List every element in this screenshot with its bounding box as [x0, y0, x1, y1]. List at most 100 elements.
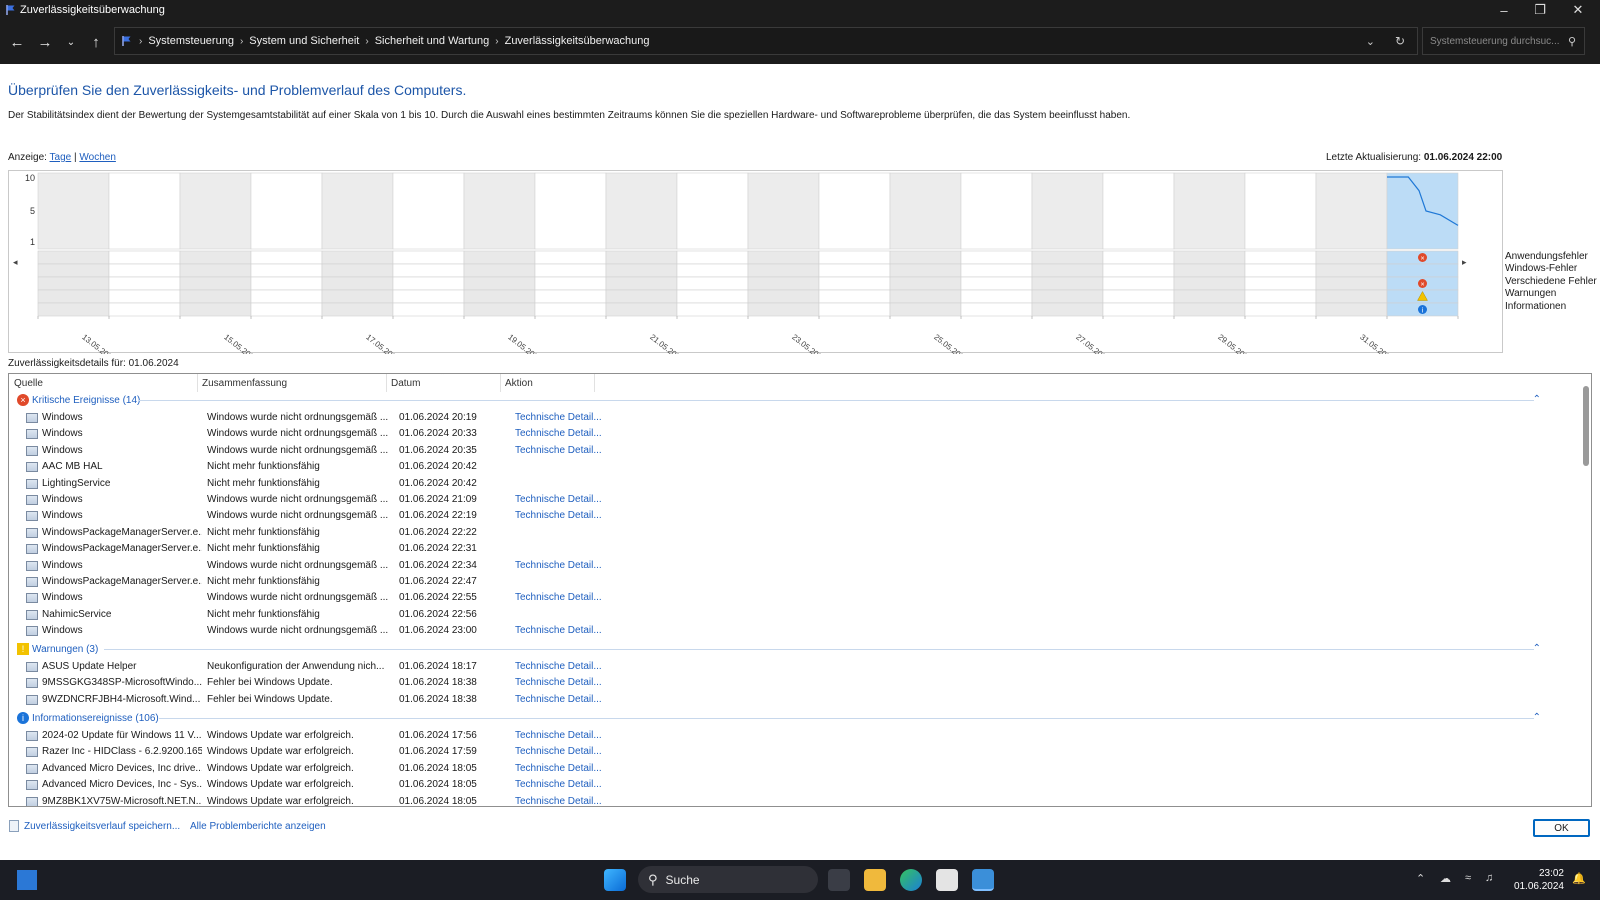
chart-cell-event[interactable] [818, 250, 891, 265]
table-row[interactable]: Windows Windows wurde nicht ordnungsgemäß… [9, 426, 1591, 442]
chart-column-stability[interactable] [1031, 172, 1104, 250]
column-separator[interactable] [500, 374, 501, 392]
chart-cell-event[interactable] [676, 276, 749, 291]
group-header[interactable]: × Kritische Ereignisse (14) [17, 392, 140, 408]
row-action-link[interactable]: Technische Detail... [515, 746, 602, 757]
chart-cell-event[interactable] [889, 302, 962, 317]
chart-column-stability[interactable] [1102, 172, 1175, 250]
chart-column-stability[interactable] [1244, 172, 1317, 250]
row-action-link[interactable]: Technische Detail... [515, 445, 602, 456]
view-weeks-link[interactable]: Wochen [79, 152, 116, 163]
table-row[interactable]: WindowsPackageManagerServer.e... Nicht me… [9, 525, 1591, 541]
chart-cell-event[interactable] [1102, 302, 1175, 317]
row-action-link[interactable]: Technische Detail... [515, 625, 602, 636]
chart-cell-event[interactable] [250, 263, 323, 278]
breadcrumb-item[interactable]: System und Sicherheit [249, 35, 359, 47]
chart-cell-event[interactable] [392, 289, 465, 304]
chart-cell-event[interactable] [605, 289, 678, 304]
chart-scroll-right-icon[interactable]: ▸ [1462, 257, 1467, 267]
chart-cell-event[interactable] [1173, 276, 1246, 291]
breadcrumb-separator-icon[interactable]: › [365, 36, 368, 47]
row-action-link[interactable]: Technische Detail... [515, 510, 602, 521]
chart-cell-event[interactable] [747, 263, 820, 278]
table-row[interactable]: Razer Inc - HIDClass - 6.2.9200.165... Wi… [9, 744, 1591, 760]
table-row[interactable]: Windows Windows wurde nicht ordnungsgemäß… [9, 508, 1591, 524]
chart-cell-event[interactable] [1315, 263, 1388, 278]
table-row[interactable]: 2024-02 Update für Windows 11 V... Window… [9, 728, 1591, 744]
chart-column-stability[interactable] [534, 172, 607, 250]
chart-cell-event[interactable] [747, 250, 820, 265]
row-action-link[interactable]: Technische Detail... [515, 560, 602, 571]
chart-cell-event[interactable] [37, 289, 110, 304]
chart-cell-event[interactable] [747, 289, 820, 304]
chart-cell-event[interactable] [321, 263, 394, 278]
chart-cell-event[interactable] [1031, 263, 1104, 278]
chart-cell-event[interactable] [179, 276, 252, 291]
breadcrumb-separator-icon[interactable]: › [495, 36, 498, 47]
row-action-link[interactable]: Technische Detail... [515, 412, 602, 423]
chart-cell-event[interactable] [534, 289, 607, 304]
chart-cell-event[interactable] [747, 276, 820, 291]
chart-cell-event[interactable] [1386, 263, 1459, 278]
chart-cell-event[interactable] [676, 250, 749, 265]
row-action-link[interactable]: Technische Detail... [515, 677, 602, 688]
row-action-link[interactable]: Technische Detail... [515, 494, 602, 505]
search-input[interactable]: Systemsteuerung durchsuc... ⚲ [1422, 27, 1585, 55]
chart-cell-event[interactable] [1244, 276, 1317, 291]
row-action-link[interactable]: Technische Detail... [515, 661, 602, 672]
chart-column-stability[interactable] [250, 172, 323, 250]
breadcrumb-item[interactable]: Zuverlässigkeitsüberwachung [505, 35, 650, 47]
chart-cell-event[interactable] [392, 276, 465, 291]
chart-cell-event[interactable] [889, 263, 962, 278]
chart-cell-event[interactable] [818, 302, 891, 317]
chart-cell-event[interactable] [818, 263, 891, 278]
table-row[interactable]: 9WZDNCRFJBH4-Microsoft.Wind... Fehler bei… [9, 692, 1591, 708]
chart-column-stability[interactable] [747, 172, 820, 250]
taskbar-clock[interactable]: 23:02 01.06.2024 [1512, 867, 1564, 893]
up-arrow-icon[interactable]: ↑ [86, 32, 106, 52]
column-header-summary[interactable]: Zusammenfassung [202, 378, 287, 389]
stability-chart-svg[interactable]: 10 5 1 ◂ ▸ 13.05.2024 15.05.2024 17.05.2024 19.0… [9, 171, 1504, 365]
volume-icon[interactable]: ♫ [1485, 872, 1493, 884]
chart-column-stability[interactable] [392, 172, 465, 250]
chart-column-stability[interactable] [463, 172, 536, 250]
group-header[interactable]: i Informationsereignisse (106) [17, 710, 159, 726]
chart-cell-event[interactable] [1102, 250, 1175, 265]
chart-column-stability[interactable] [179, 172, 252, 250]
collapse-chevron-icon[interactable]: ⌃ [1533, 643, 1541, 654]
chart-cell-event[interactable] [747, 302, 820, 317]
restore-button[interactable]: ❐ [1522, 0, 1558, 20]
table-row[interactable]: AAC MB HAL Nicht mehr funktionsfähig 01.06… [9, 459, 1591, 475]
chart-cell-event[interactable] [889, 250, 962, 265]
collapse-chevron-icon[interactable]: ⌃ [1533, 394, 1541, 405]
table-row[interactable]: 9MZ8BK1XV75W-Microsoft.NET.N... Windows U… [9, 794, 1591, 806]
column-header-source[interactable]: Quelle [14, 378, 43, 389]
stability-chart[interactable]: 10 5 1 ◂ ▸ 13.05.2024 15.05.2024 17.05.2024 19.0… [8, 170, 1504, 365]
table-row[interactable]: Windows Windows wurde nicht ordnungsgemäß… [9, 590, 1591, 606]
table-row[interactable]: WindowsPackageManagerServer.e... Nicht me… [9, 541, 1591, 557]
all-reports-link[interactable]: Alle Problemberichte anzeigen [190, 821, 326, 832]
chart-cell-event[interactable] [321, 302, 394, 317]
chart-column-stability[interactable] [108, 172, 181, 250]
table-row[interactable]: LightingService Nicht mehr funktionsfähig… [9, 476, 1591, 492]
ok-button[interactable]: OK [1533, 819, 1590, 837]
chart-cell-event[interactable] [179, 289, 252, 304]
chart-cell-event[interactable] [1315, 289, 1388, 304]
close-button[interactable]: ✕ [1560, 0, 1596, 20]
chart-cell-event[interactable] [1244, 302, 1317, 317]
chart-scroll-left-icon[interactable]: ◂ [13, 257, 18, 267]
chart-cell-event[interactable] [1315, 276, 1388, 291]
table-row[interactable]: WindowsPackageManagerServer.e... Nicht me… [9, 574, 1591, 590]
chart-cell-event[interactable] [889, 276, 962, 291]
chart-cell-event[interactable] [179, 263, 252, 278]
table-row[interactable]: Advanced Micro Devices, Inc - Sys... Wind… [9, 777, 1591, 793]
chart-cell-event[interactable] [605, 263, 678, 278]
chart-cell-event[interactable] [534, 250, 607, 265]
chart-column-stability[interactable] [1386, 172, 1459, 250]
chart-cell-event[interactable] [1031, 302, 1104, 317]
row-action-link[interactable]: Technische Detail... [515, 730, 602, 741]
chart-cell-event[interactable] [534, 276, 607, 291]
row-action-link[interactable]: Technische Detail... [515, 428, 602, 439]
chart-cell-event[interactable] [1031, 250, 1104, 265]
chart-cell-event[interactable] [321, 250, 394, 265]
